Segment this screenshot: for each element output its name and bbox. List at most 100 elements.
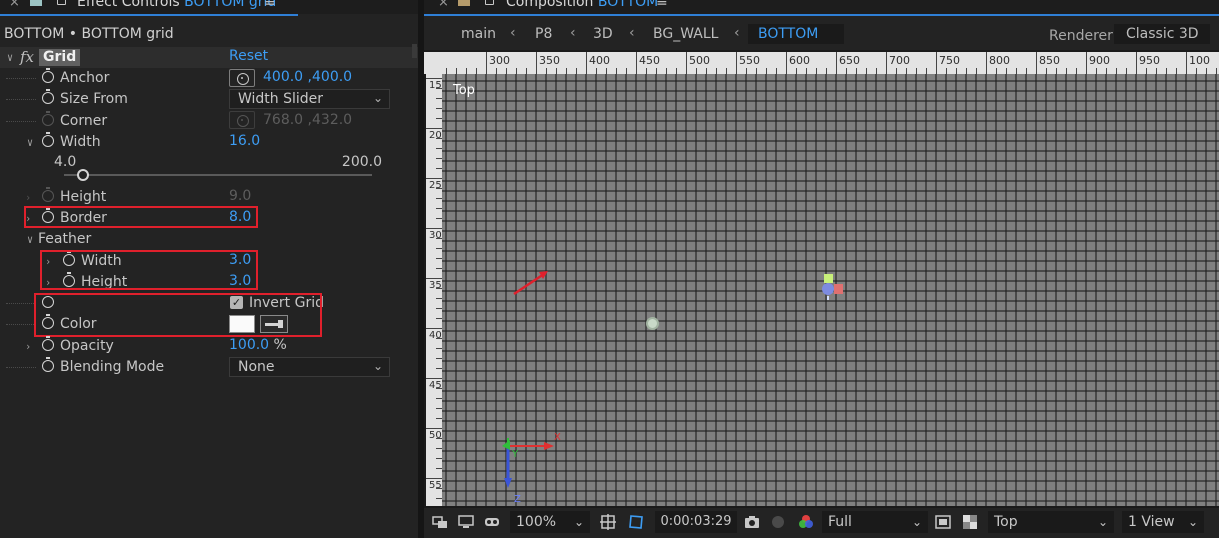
blending-mode-dropdown[interactable]: None ⌄	[229, 357, 390, 377]
point-target-icon[interactable]	[229, 69, 255, 87]
width-slider-track[interactable]	[64, 174, 372, 176]
composition-viewer[interactable]: 300 350 400 450 500 550 600 650 700 750 800 850 900 9…	[424, 50, 1219, 508]
composition-panel: × Composition BOTTOM ≡ main ‹ P8 ‹ 3D ‹ …	[424, 0, 1219, 538]
ruler-tick	[586, 52, 587, 74]
color-channels-icon[interactable]	[798, 514, 814, 530]
panel-menu-icon[interactable]: ≡	[656, 0, 668, 10]
view-layout-dropdown[interactable]: 1 View ⌄	[1122, 511, 1204, 533]
effect-row-grid[interactable]: ∨ fx Grid Reset	[0, 47, 418, 68]
expand-chevron-icon[interactable]: ∨	[27, 233, 34, 246]
reset-button[interactable]: Reset	[229, 48, 268, 64]
transparency-grid-icon[interactable]	[962, 514, 978, 530]
expand-chevron-icon[interactable]: ∨	[27, 136, 34, 149]
size-from-dropdown[interactable]: Width Slider ⌄	[229, 89, 390, 109]
vr-goggles-icon[interactable]	[484, 514, 500, 530]
ruler-tick	[426, 128, 442, 129]
ruler-label: 800	[989, 54, 1010, 67]
ruler-horizontal[interactable]: 300 350 400 450 500 550 600 650 700 750 800 850 900 9…	[424, 52, 1219, 74]
comp-navigator: main ‹ P8 ‹ 3D ‹ BG_WALL ‹ BOTTOM Render…	[424, 22, 1219, 48]
viewer-toolbar: 100% ⌄ 0:00:03:29 Full ⌄ Top ⌄ 1 View ⌄	[424, 508, 1219, 538]
ruler-tick	[426, 428, 442, 429]
axis-gizmo-icon: X Y Z	[502, 432, 561, 505]
panel-menu-icon[interactable]: ≡	[264, 0, 276, 10]
zoom-dropdown[interactable]: 100% ⌄	[510, 511, 590, 533]
effect-name[interactable]: Grid	[39, 49, 81, 66]
prop-label: Width	[60, 134, 101, 150]
breadcrumb-item[interactable]: BG_WALL	[653, 26, 718, 42]
ruler-label: 900	[1089, 54, 1110, 67]
ruler-label: 850	[1039, 54, 1060, 67]
stopwatch-icon[interactable]	[42, 89, 54, 104]
opacity-value[interactable]: 100.0 %	[229, 337, 287, 353]
prop-group-feather[interactable]: ∨ Feather	[0, 229, 418, 250]
effect-controls-panel: × Effect Controls BOTTOM grid ≡ BOTTOM •…	[0, 0, 418, 538]
panel-color-icon	[458, 0, 470, 6]
prop-label: Blending Mode	[60, 359, 165, 375]
ruler-tick	[636, 52, 637, 74]
group-label: Feather	[38, 231, 92, 247]
close-tab-icon[interactable]: ×	[9, 0, 20, 10]
renderer-button[interactable]: Classic 3D	[1114, 24, 1210, 44]
ruler-tick	[686, 52, 687, 74]
current-time-display[interactable]: 0:00:03:29	[655, 511, 737, 533]
breadcrumb-item-active[interactable]: BOTTOM	[748, 24, 844, 44]
3d-view-dropdown[interactable]: Top ⌄	[988, 511, 1114, 533]
ruler-tick	[486, 52, 487, 74]
ruler-label: 650	[839, 54, 860, 67]
lock-icon[interactable]	[485, 0, 494, 5]
fx-toggle-icon[interactable]: fx	[20, 48, 34, 66]
region-of-interest-icon[interactable]	[935, 514, 951, 530]
close-tab-icon[interactable]: ×	[438, 0, 449, 10]
active-tab-underline	[424, 14, 1219, 16]
breadcrumb-item[interactable]: P8	[535, 26, 552, 42]
ruler-tick	[1186, 52, 1187, 74]
stopwatch-icon[interactable]	[42, 336, 54, 351]
camera-snapshot-icon[interactable]	[744, 514, 760, 530]
ruler-tick	[886, 52, 887, 74]
width-slider-handle[interactable]	[76, 169, 89, 181]
slider-max-label: 200.0	[341, 154, 382, 170]
anchor-value[interactable]: 400.0 ,400.0	[263, 69, 352, 85]
axis-z-label: Z	[514, 494, 521, 505]
light-icon[interactable]	[646, 317, 659, 330]
stopwatch-icon[interactable]	[42, 68, 54, 83]
always-preview-icon[interactable]	[432, 514, 448, 530]
ruler-tick	[426, 78, 442, 79]
width-value[interactable]: 16.0	[229, 133, 260, 149]
slider-min-label: 4.0	[54, 154, 77, 170]
stopwatch-icon	[42, 111, 54, 126]
safe-margins-icon[interactable]	[600, 514, 616, 530]
stopwatch-icon[interactable]	[42, 357, 54, 372]
transform-gizmo-icon[interactable]	[820, 272, 850, 302]
prop-row-corner: Corner 768.0 ,432.0	[0, 111, 418, 132]
active-tab-underline	[0, 14, 298, 16]
scrollbar[interactable]	[412, 44, 417, 58]
resolution-dropdown[interactable]: Full ⌄	[822, 511, 928, 533]
prop-row-width: ∨ Width 16.0	[0, 132, 418, 153]
expand-chevron-icon[interactable]: ∨	[7, 51, 14, 64]
mask-path-icon[interactable]	[628, 514, 644, 530]
stopwatch-icon[interactable]	[42, 132, 54, 147]
tab-title: Composition BOTTOM	[506, 0, 659, 10]
effect-controls-tab[interactable]: × Effect Controls BOTTOM grid ≡	[0, 0, 418, 14]
annotation-arrow	[513, 271, 548, 296]
ruler-vertical[interactable]: 15020025030035040045050055	[426, 74, 442, 506]
show-snapshot-icon[interactable]	[770, 514, 786, 530]
ruler-tick	[1036, 52, 1037, 74]
ruler-tick	[786, 52, 787, 74]
ruler-label: 700	[889, 54, 910, 67]
layer-header: BOTTOM • BOTTOM grid	[4, 26, 174, 42]
breadcrumb-item[interactable]: 3D	[593, 26, 613, 42]
ruler-label: 100	[1189, 54, 1210, 67]
chevron-left-icon: ‹	[734, 25, 740, 41]
lock-icon[interactable]	[57, 0, 66, 5]
expand-chevron-icon: ›	[26, 191, 31, 204]
ruler-tick	[936, 52, 937, 74]
ruler-label: 600	[789, 54, 810, 67]
breadcrumb-item[interactable]: main	[461, 26, 496, 42]
composition-tab[interactable]: × Composition BOTTOM ≡	[424, 0, 1219, 14]
highlight-box-invert-color	[34, 293, 322, 337]
expand-chevron-icon[interactable]: ›	[26, 340, 30, 353]
monitor-icon[interactable]	[458, 514, 474, 530]
chevron-down-icon: ⌄	[372, 359, 383, 373]
